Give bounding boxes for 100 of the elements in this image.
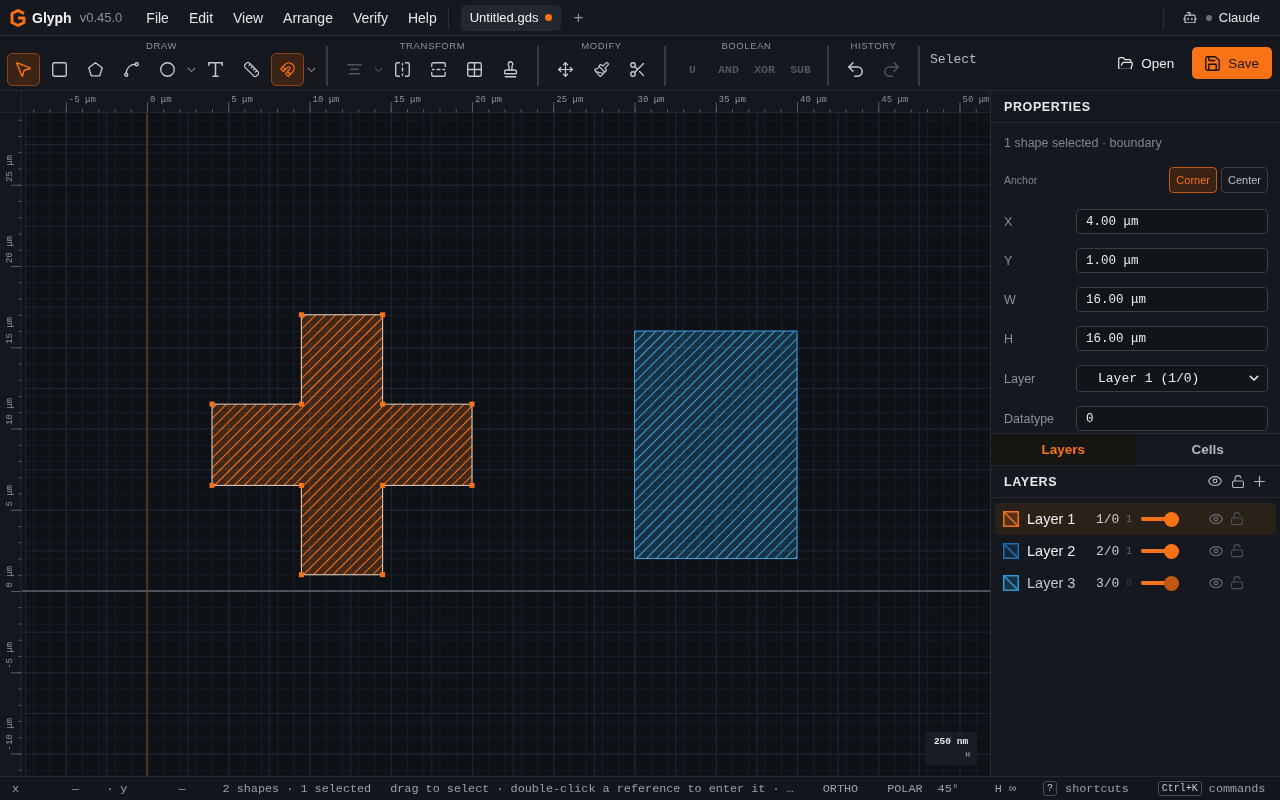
field-label: Y — [1004, 253, 1014, 268]
layer-name: Layer 1 — [1027, 511, 1077, 527]
ruler-label: 10 μm — [312, 95, 340, 106]
text-field[interactable]: 0 — [1076, 406, 1268, 431]
field-label: Datatype — [1004, 411, 1056, 426]
vertex-handle[interactable] — [380, 572, 386, 578]
lock-open-icon — [1231, 512, 1243, 526]
vertex-handle[interactable] — [298, 572, 304, 578]
app-name: Glyph — [32, 9, 72, 26]
ruler-label: 15 μm — [5, 317, 16, 345]
hint-text: drag to select · double-click a reference to enter it · … — [390, 781, 794, 796]
anchor-option[interactable]: Corner — [1169, 167, 1217, 193]
select-tool-button[interactable] — [7, 53, 40, 86]
dropdown-field[interactable]: Layer 1 (1/0) — [1076, 365, 1268, 392]
lock-open-icon[interactable] — [1232, 474, 1244, 489]
slider-thumb[interactable] — [1164, 575, 1179, 591]
text-field[interactable]: 1.00 μm — [1076, 248, 1268, 273]
vertex-handle[interactable] — [380, 401, 386, 407]
coordinate-value: — — [178, 781, 186, 796]
layer-row[interactable]: Layer 1 1/0 1 — [995, 503, 1276, 535]
rectangle-shape[interactable] — [634, 330, 798, 559]
vertex-handle[interactable] — [469, 401, 475, 407]
layout-canvas[interactable]: 250 nm H — [22, 113, 990, 776]
snap-toggle-button[interactable] — [271, 53, 304, 86]
ruler-label: 0 μm — [5, 566, 16, 588]
ruler-label: 5 μm — [5, 485, 16, 507]
eye-icon[interactable] — [1208, 476, 1222, 487]
slider-thumb[interactable] — [1164, 543, 1179, 559]
ruler-label: -5 μm — [5, 642, 16, 670]
selection-count: 2 shapes · 1 selected — [222, 781, 372, 796]
ruler-label: 25 μm — [556, 95, 584, 106]
ruler-label: 20 μm — [475, 95, 502, 106]
menu-item[interactable]: Help — [397, 3, 447, 32]
eye-icon — [1209, 545, 1223, 557]
field-label: Anchor — [1004, 174, 1038, 186]
lock-open-icon — [1231, 576, 1243, 590]
grid-readout: H ∞ — [994, 781, 1017, 796]
save-button[interactable]: Save — [1192, 47, 1272, 79]
caret-icon[interactable] — [187, 66, 196, 73]
layer-name: Layer 3 — [1027, 575, 1077, 591]
panel-tab[interactable]: Cells — [1135, 434, 1280, 465]
mode-label: Select — [930, 52, 977, 68]
plus-icon[interactable] — [1254, 476, 1265, 487]
new-tab-button[interactable]: + — [569, 4, 588, 31]
layer-name: Layer 2 — [1027, 543, 1077, 559]
vertex-handle[interactable] — [298, 482, 304, 488]
ruler-label: 40 μm — [800, 95, 827, 106]
text-field[interactable]: 4.00 μm — [1076, 209, 1268, 234]
section-title: LAYERS — [1004, 474, 1058, 489]
vertex-handle[interactable] — [380, 482, 386, 488]
panel-title: PROPERTIES — [1004, 99, 1091, 114]
shortcut-button[interactable]: Ctrl+K commands — [1157, 781, 1266, 796]
vertex-handle[interactable] — [298, 312, 304, 318]
menu-item[interactable]: Edit — [178, 3, 223, 32]
ruler-label: -5 μm — [68, 95, 96, 106]
folder-icon — [1118, 56, 1134, 70]
vertex-handle[interactable] — [380, 312, 386, 318]
coordinate-label: · y — [106, 781, 128, 796]
layer-row[interactable]: Layer 2 2/0 1 — [995, 535, 1276, 567]
field-label: H — [1004, 331, 1015, 346]
shape-count: 1 — [1126, 545, 1133, 557]
layer-number: 3/0 — [1096, 575, 1121, 591]
ruler-label: 20 μm — [5, 236, 16, 263]
menu-item[interactable]: View — [223, 3, 274, 32]
angle-value: 45° — [937, 781, 959, 796]
assistant-button[interactable]: Claude — [1182, 4, 1260, 31]
mode-toggle[interactable]: POLAR — [887, 781, 923, 796]
menu-item[interactable]: File — [136, 3, 179, 32]
text-field[interactable]: 16.00 μm — [1076, 326, 1268, 351]
vertex-handle[interactable] — [298, 401, 304, 407]
vertex-handle[interactable] — [209, 482, 215, 488]
caret-icon[interactable] — [307, 66, 316, 73]
cross-shape[interactable] — [211, 314, 473, 576]
vertex-handle[interactable] — [209, 401, 215, 407]
anchor-option[interactable]: Center — [1220, 167, 1268, 193]
panel-tab[interactable]: Layers — [991, 434, 1136, 465]
robot-icon — [1182, 11, 1197, 24]
key-hint: ? — [1043, 781, 1058, 796]
group-label: MODIFY — [581, 40, 622, 52]
shortcut-button[interactable]: ? shortcuts — [1043, 781, 1129, 796]
coordinate-value: — — [72, 781, 80, 796]
logo-icon — [10, 8, 26, 27]
ruler-label: 30 μm — [637, 95, 665, 106]
field-label: Layer — [1004, 371, 1037, 386]
slider-thumb[interactable] — [1164, 511, 1179, 527]
version-label: v0.45.0 — [79, 10, 123, 25]
group-label: TRANSFORM — [399, 40, 466, 52]
ruler-label: 15 μm — [393, 95, 421, 106]
document-tab[interactable]: Untitled.gds — [460, 4, 562, 31]
ruler-label: -10 μm — [5, 718, 16, 751]
mode-toggle[interactable]: ORTHO — [822, 781, 859, 796]
group-label: DRAW — [145, 40, 178, 52]
text-field[interactable]: 16.00 μm — [1076, 287, 1268, 312]
layer-number: 2/0 — [1096, 543, 1121, 559]
open-button[interactable]: Open — [1105, 47, 1188, 79]
vertex-handle[interactable] — [469, 482, 475, 488]
ruler-label: 50 μm — [962, 95, 990, 106]
menu-item[interactable]: Arrange — [273, 3, 343, 32]
scale-label: 250 nm — [932, 736, 970, 748]
menu-item[interactable]: Verify — [342, 3, 398, 32]
